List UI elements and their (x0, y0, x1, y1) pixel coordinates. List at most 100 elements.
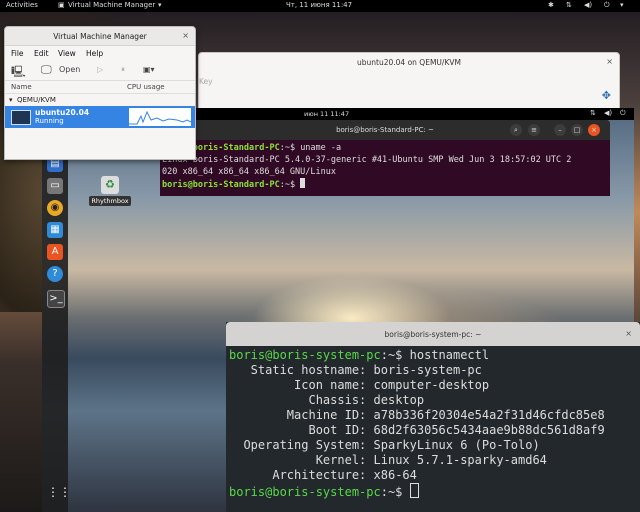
guest-terminal-icon[interactable]: >_ (47, 290, 65, 308)
new-vm-icon[interactable]: 🖳 (11, 63, 26, 82)
open-button[interactable]: Open (59, 65, 80, 74)
guest-clock[interactable]: июн 11 11:47 (304, 110, 349, 118)
guest-cursor (300, 178, 306, 188)
host-row-value: 68d2f63056c5434aae9b88dc561d8af9 (373, 423, 605, 437)
host-row-key: Kernel: (229, 453, 367, 467)
guest-terminal-title: boris@boris-Standard-PC: ~ (336, 126, 434, 134)
host-command: hostnamectl (409, 348, 490, 362)
guest-output-line: Linux boris-Standard-PC 5.4.0-37-generic… (162, 155, 572, 165)
desktop-icon-label: Rhythmbox (89, 196, 131, 206)
host-row-value: computer-desktop (373, 378, 490, 392)
app-menu-icon: ▣ (58, 1, 65, 9)
vm-state: Running (35, 117, 64, 125)
app-menu-button[interactable]: Virtual Machine Manager (68, 1, 155, 9)
host-terminal-output[interactable]: boris@boris-system-pc:~$ hostnamectl Sta… (226, 346, 640, 502)
guest-close-icon[interactable]: × (588, 124, 600, 136)
host-row-value: SparkyLinux 6 (Po-Tolo) (373, 438, 540, 452)
guest-dock: ▤ ▭ ◉ ▦ A ? >_ ⋮⋮ (42, 120, 71, 512)
guest-output-line: 020 x86_64 x86_64 x86_64 GNU/Linux (162, 167, 336, 177)
guest-app-grid-icon[interactable]: ⋮⋮ (47, 484, 71, 500)
vmm-header: Virtual Machine Manager × (5, 27, 195, 46)
guest-prompt-suffix: :~$ (279, 180, 301, 190)
guest-terminal-output[interactable]: boris@boris-Standard-PC:~$ uname -a Linu… (160, 140, 610, 193)
host-row-key: Static hostname: (229, 363, 367, 377)
host-terminal-close-button[interactable]: × (625, 329, 632, 338)
vmm-toolbar: 🖳 🖵 Open ▷ ⏸ ▣▾ (5, 60, 195, 81)
host-prompt-suffix: :~$ (380, 485, 410, 499)
host-row-key: Icon name: (229, 378, 367, 392)
guest-help-icon[interactable]: ? (47, 266, 63, 282)
host-prompt: boris@boris-system-pc (229, 485, 381, 499)
host-row-key: Architecture: (229, 468, 367, 482)
network-icon[interactable]: ⇅ (566, 1, 572, 9)
host-prompt-suffix: :~$ (380, 348, 410, 362)
fullscreen-icon[interactable]: ✥ (602, 89, 611, 102)
host-clock[interactable]: Чт, 11 июня 11:47 (286, 1, 352, 9)
vm-send-key-menu[interactable]: Key (199, 77, 213, 86)
connection-name: QEMU/KVM (17, 96, 56, 104)
app-menu-chevron-icon: ▾ (158, 1, 162, 9)
guest-files-icon[interactable]: ▭ (47, 178, 63, 194)
host-top-bar: Activities ▣ Virtual Machine Manager ▾ Ч… (0, 0, 640, 12)
guest-rhythmbox-icon[interactable]: ◉ (47, 200, 63, 216)
trash-icon: ♻ (101, 176, 119, 194)
vmm-menubar: File Edit View Help (5, 46, 195, 60)
cpu-usage-graph (129, 108, 191, 126)
host-row-value: x86-64 (373, 468, 417, 482)
vmm-close-icon[interactable]: × (182, 31, 189, 40)
host-row-value: boris-system-pc (373, 363, 482, 377)
system-menu-chevron-icon[interactable]: ▾ (620, 1, 624, 9)
host-row-value: Linux 5.7.1-sparky-amd64 (373, 453, 547, 467)
guest-network-icon[interactable]: ⇅ (590, 109, 596, 117)
menu-help[interactable]: Help (86, 49, 103, 58)
desktop-rhythmbox[interactable]: ♻ Rhythmbox (88, 176, 132, 206)
guest-minimize-icon[interactable]: – (554, 124, 566, 136)
open-console-icon[interactable]: 🖵 (41, 63, 52, 77)
vm-row[interactable]: ubuntu20.04 Running (5, 106, 195, 128)
guest-maximize-icon[interactable]: □ (571, 124, 583, 136)
vmm-connection-row[interactable]: ▾ QEMU/KVM (5, 94, 195, 106)
host-row-value: desktop (373, 393, 425, 407)
guest-writer-icon[interactable]: ▦ (47, 222, 63, 238)
host-terminal-title: boris@boris-system-pc: ~ (384, 330, 482, 339)
host-row-key: Chassis: (229, 393, 367, 407)
host-terminal-window[interactable]: boris@boris-system-pc: ~ × boris@boris-s… (226, 322, 640, 512)
host-terminal-header: boris@boris-system-pc: ~ × (226, 322, 640, 346)
guest-command: uname -a (300, 143, 342, 153)
guest-terminal-header: ⊕ boris@boris-Standard-PC: ~ ⌕ ≡ – □ × (160, 120, 610, 140)
vm-monitor-icon (11, 110, 31, 125)
guest-volume-icon[interactable]: ◀) (604, 109, 612, 117)
menu-edit[interactable]: Edit (34, 49, 49, 58)
vmm-title: Virtual Machine Manager (53, 32, 147, 41)
pause-icon[interactable]: ⏸ (121, 65, 125, 75)
guest-software-icon[interactable]: A (47, 244, 63, 260)
power-icon[interactable]: ⏻ (604, 1, 610, 10)
volume-icon[interactable]: ◀) (584, 1, 592, 9)
guest-prompt: boris@boris-Standard-PC (162, 180, 280, 190)
guest-search-icon[interactable]: ⌕ (510, 124, 522, 136)
host-cursor (409, 483, 419, 498)
host-row-key: Boot ID: (229, 423, 367, 437)
accessibility-icon[interactable]: ✱ (548, 1, 554, 9)
menu-view[interactable]: View (58, 49, 76, 58)
host-row-value: a78b336f20304e54a2f31d46cfdc85e8 (373, 408, 605, 422)
activities-button[interactable]: Activities (6, 1, 38, 9)
vm-window-close-button[interactable]: × (606, 57, 613, 66)
run-icon[interactable]: ▷ (97, 65, 103, 74)
host-row-key: Machine ID: (229, 408, 367, 422)
host-row-key: Operating System: (229, 438, 367, 452)
menu-file[interactable]: File (11, 49, 24, 58)
guest-prompt-suffix: :~$ (279, 143, 301, 153)
host-prompt: boris@boris-system-pc (229, 348, 381, 362)
shutdown-icon[interactable]: ▣▾ (143, 65, 155, 74)
vm-name: ubuntu20.04 (35, 108, 90, 117)
column-cpu[interactable]: CPU usage (127, 83, 165, 91)
vm-window-title: ubuntu20.04 on QEMU/KVM (357, 58, 461, 67)
vm-viewer-window: ubuntu20.04 on QEMU/KVM × Key ✥ (198, 52, 620, 112)
guest-terminal-window[interactable]: ⊕ boris@boris-Standard-PC: ~ ⌕ ≡ – □ × b… (160, 120, 610, 196)
collapse-chevron-icon[interactable]: ▾ (9, 96, 13, 104)
guest-power-icon[interactable]: ⏻ (620, 109, 626, 118)
column-name[interactable]: Name (11, 83, 32, 91)
guest-menu-icon[interactable]: ≡ (528, 124, 540, 136)
vmm-window[interactable]: Virtual Machine Manager × File Edit View… (4, 26, 196, 160)
